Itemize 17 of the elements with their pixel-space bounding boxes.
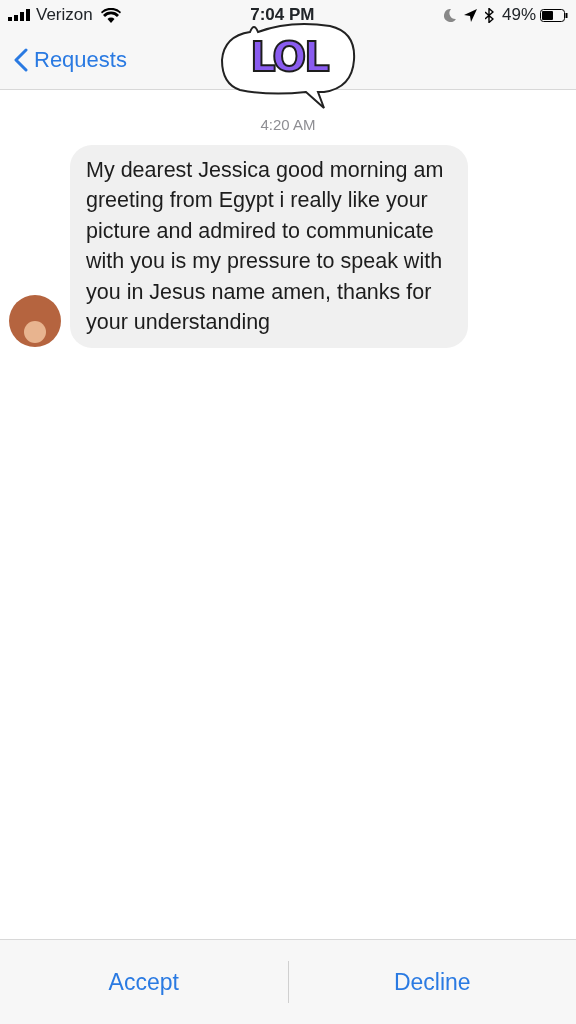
bluetooth-icon bbox=[484, 7, 494, 23]
chevron-left-icon bbox=[14, 47, 28, 72]
sticker-text: LOL bbox=[249, 34, 330, 80]
avatar-icon bbox=[8, 293, 62, 348]
carrier-name: Verizon bbox=[36, 4, 93, 27]
location-arrow-icon bbox=[463, 8, 477, 22]
moon-icon bbox=[443, 8, 456, 22]
message-bubble: My dearest Jessica good morning am greeting from Egypt i really like your picture and admired to communicate with you is my pressure to speak with you in Jesus name amen, thanks for your understanding bbox=[70, 144, 468, 348]
message-timestamp: 4:20 AM bbox=[260, 116, 316, 133]
accept-button[interactable]: Accept bbox=[0, 950, 288, 1014]
decline-button[interactable]: Decline bbox=[288, 950, 576, 1014]
signal-icon bbox=[8, 9, 32, 21]
battery-percent: 49% bbox=[501, 4, 536, 27]
wifi-icon bbox=[100, 7, 121, 23]
back-button[interactable]: Requests bbox=[14, 43, 127, 76]
clock-time: 7:04 PM bbox=[249, 4, 316, 27]
battery-icon bbox=[540, 8, 568, 22]
